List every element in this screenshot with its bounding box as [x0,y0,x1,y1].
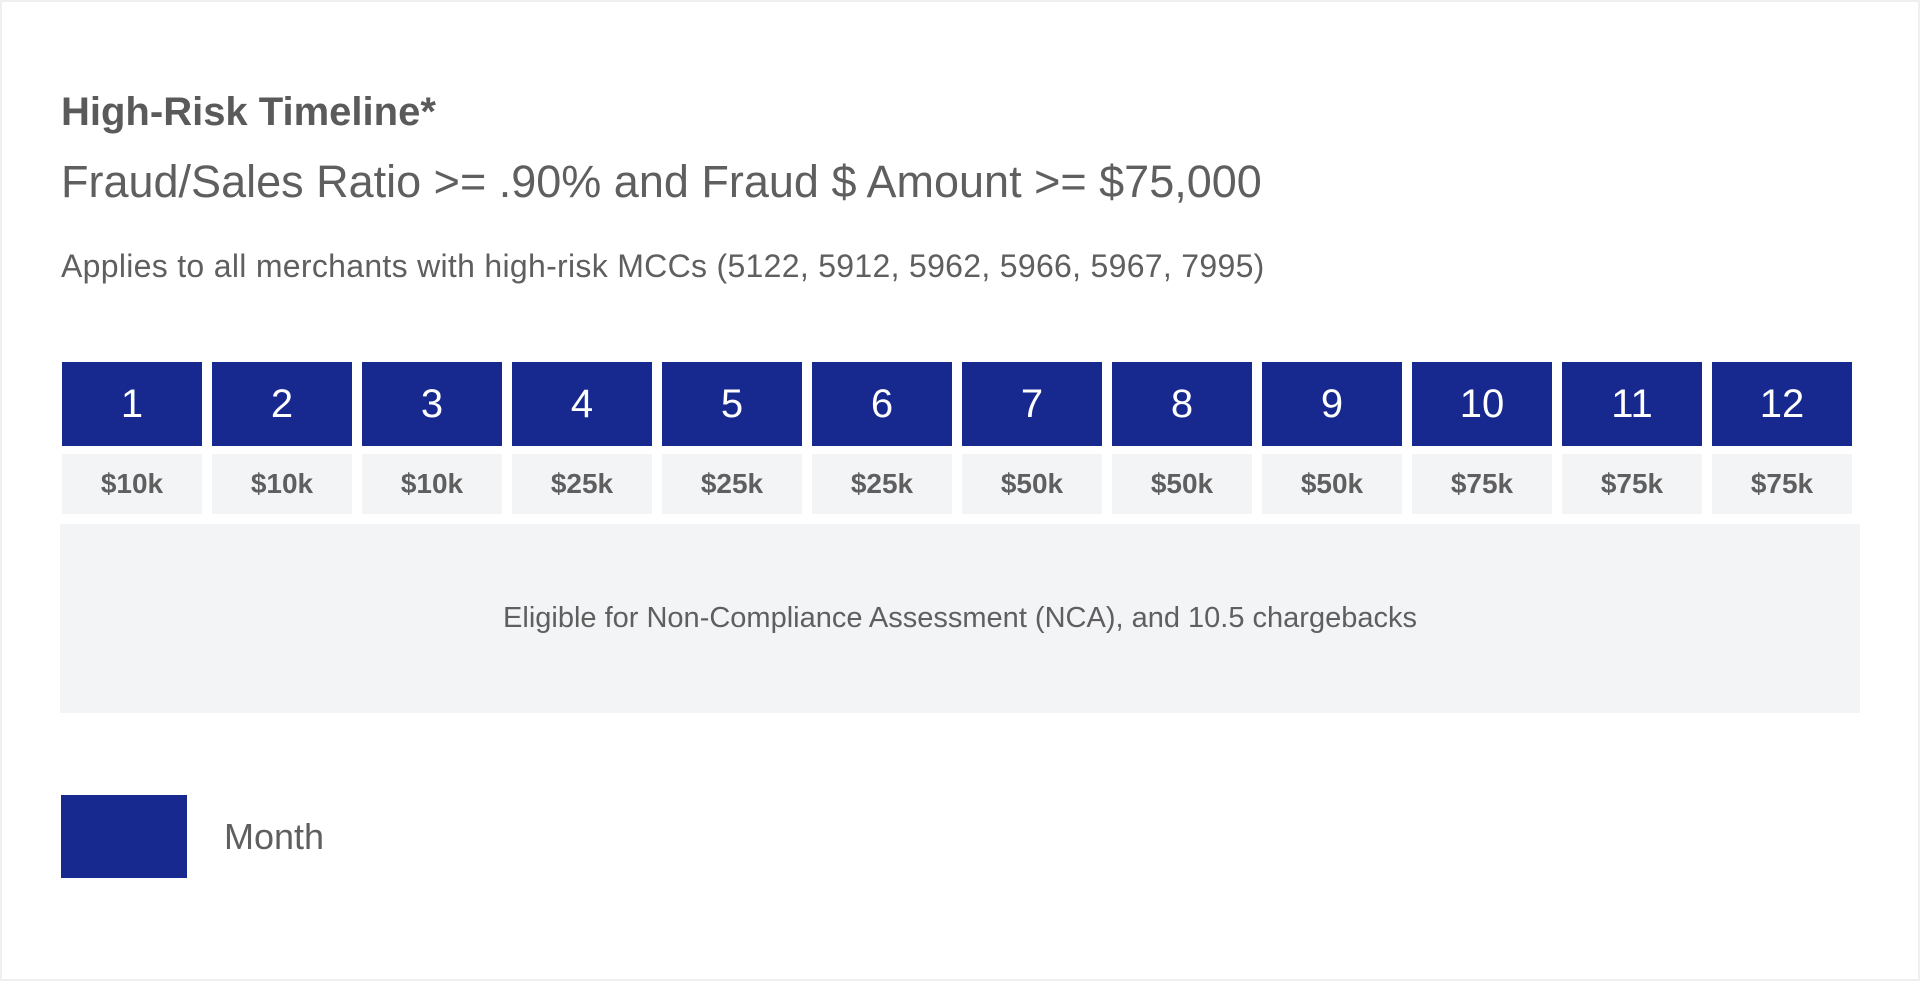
month-row: 1 2 3 4 5 6 7 8 9 10 11 12 [62,362,1852,446]
amount-cell: $50k [962,454,1102,514]
amount-cell: $10k [62,454,202,514]
amount-cell: $25k [512,454,652,514]
page-title: High-Risk Timeline* [61,90,436,134]
amount-row: $10k $10k $10k $25k $25k $25k $50k $50k $50k $75k… [62,454,1852,514]
legend-label-month: Month [224,816,325,857]
amount-cell: $25k [812,454,952,514]
amount-cell: $10k [362,454,502,514]
amount-cell: $10k [212,454,352,514]
month-cell: 9 [1262,362,1402,446]
amount-cell: $25k [662,454,802,514]
month-cell: 4 [512,362,652,446]
month-cell: 2 [212,362,352,446]
nca-text: Eligible for Non-Compliance Assessment (… [503,602,1417,634]
legend-swatch-month [61,795,187,878]
amount-cell: $75k [1412,454,1552,514]
month-cell: 12 [1712,362,1852,446]
month-cell: 1 [62,362,202,446]
month-cell: 7 [962,362,1102,446]
amount-cell: $75k [1712,454,1852,514]
applies-note: Applies to all merchants with high-risk … [61,248,1265,284]
month-cell: 11 [1562,362,1702,446]
amount-cell: $50k [1112,454,1252,514]
month-cell: 3 [362,362,502,446]
amount-cell: $50k [1262,454,1402,514]
month-cell: 5 [662,362,802,446]
month-cell: 6 [812,362,952,446]
month-cell: 10 [1412,362,1552,446]
nca-banner: Eligible for Non-Compliance Assessment (… [60,524,1860,713]
month-cell: 8 [1112,362,1252,446]
page-subtitle: Fraud/Sales Ratio >= .90% and Fraud $ Am… [61,156,1262,207]
amount-cell: $75k [1562,454,1702,514]
